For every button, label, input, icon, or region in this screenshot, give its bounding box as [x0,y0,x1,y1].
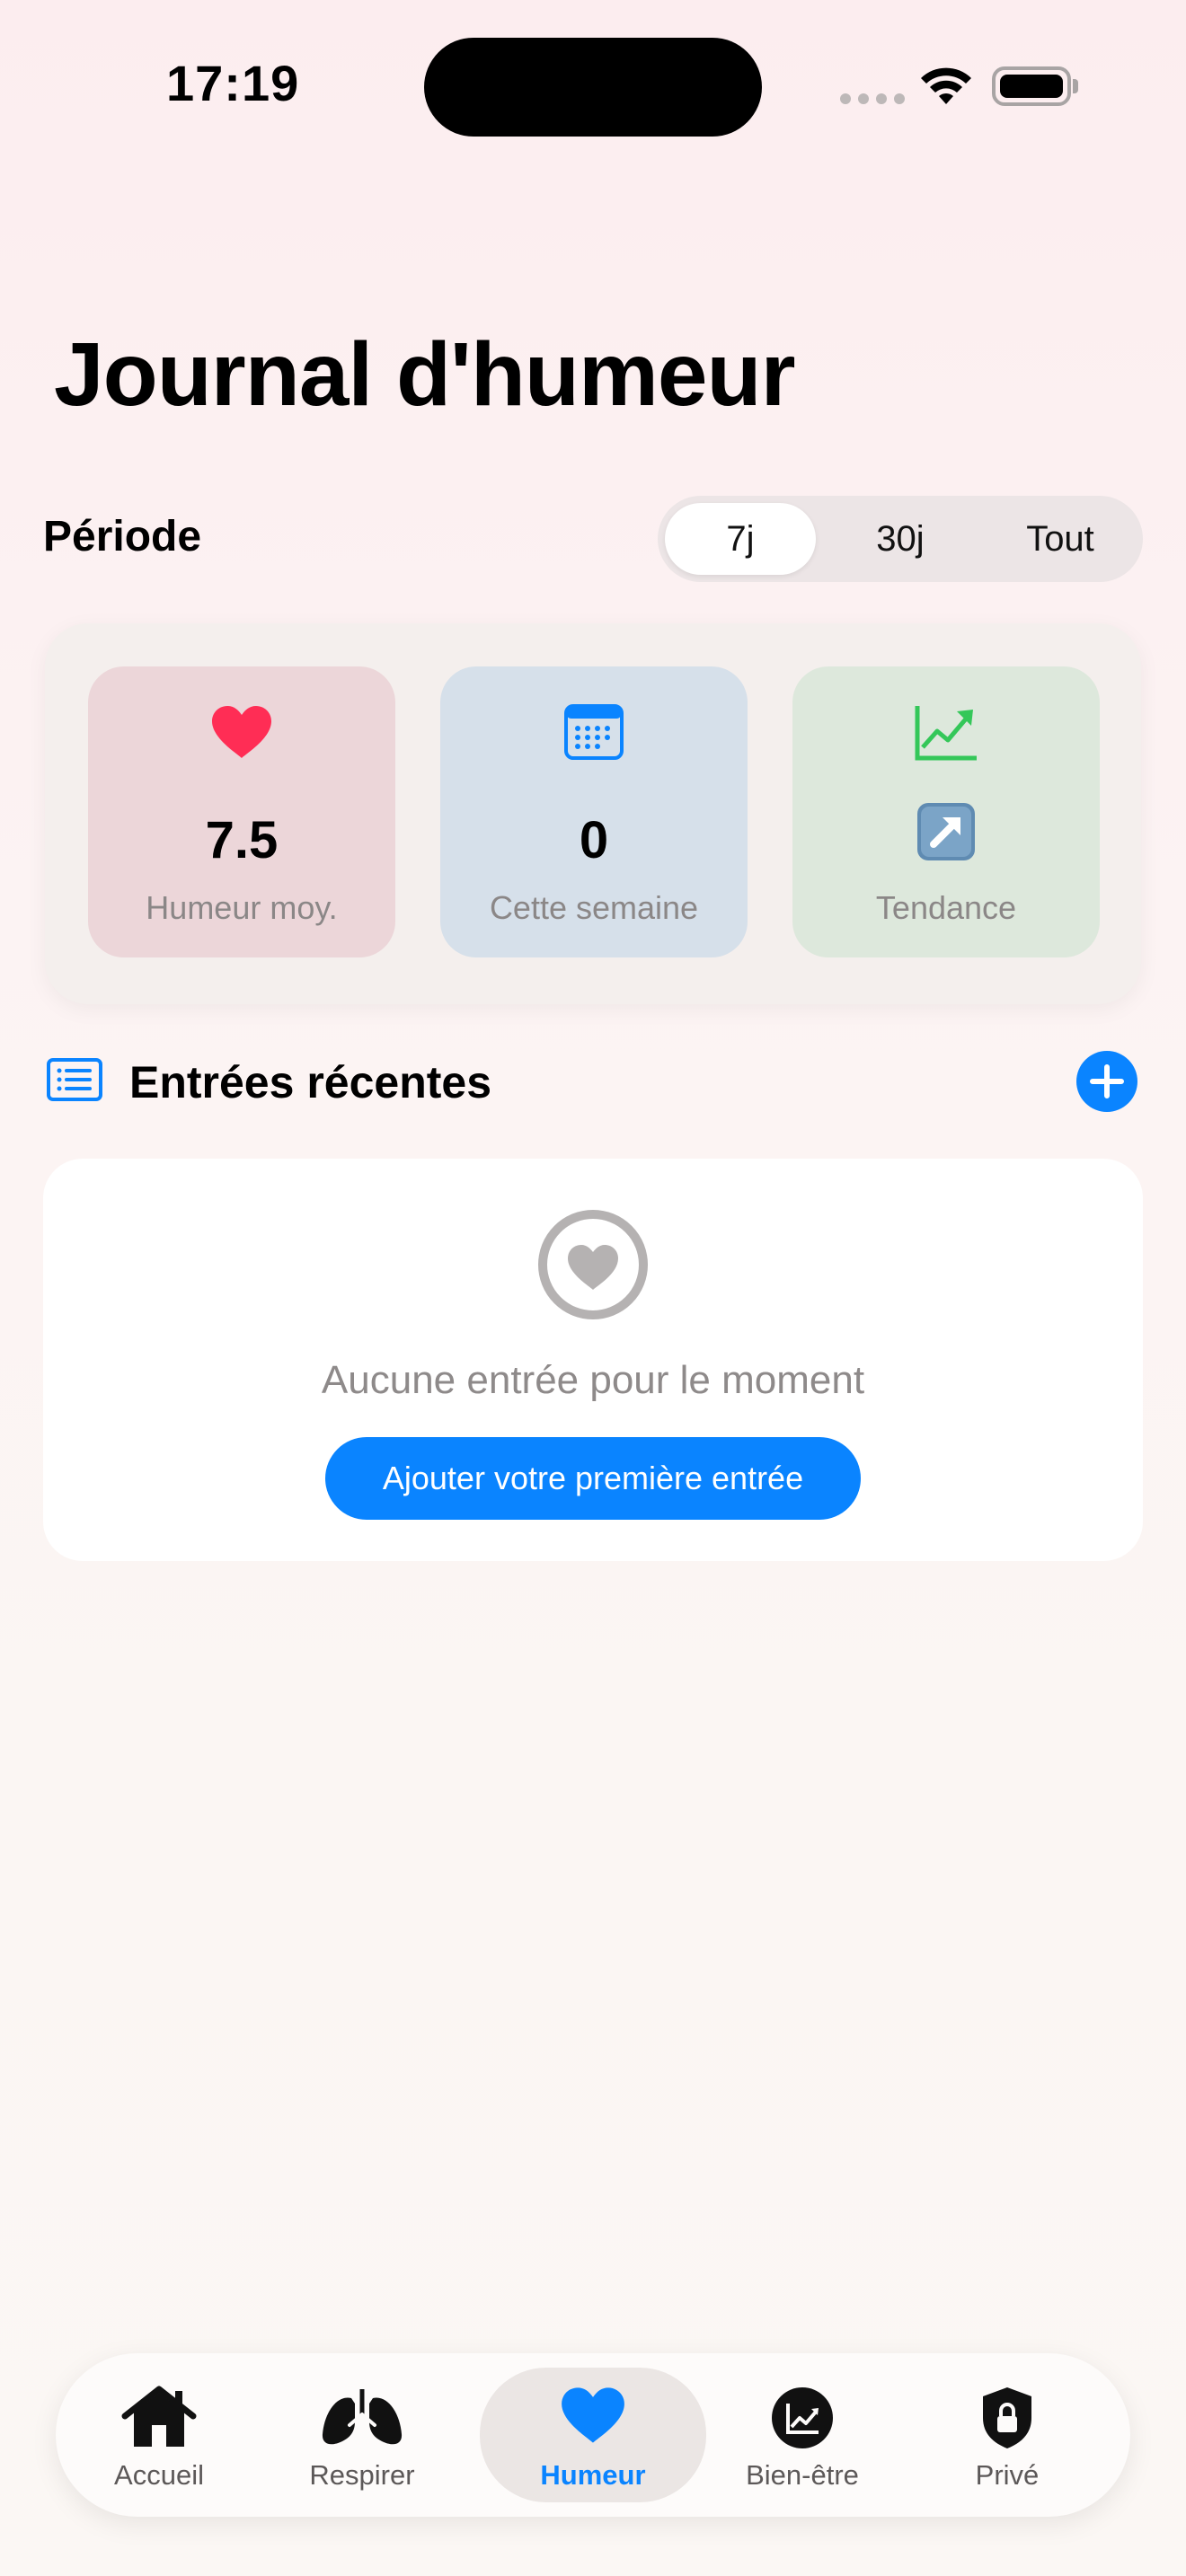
tab-label: Humeur [540,2459,646,2491]
add-entry-button[interactable] [1076,1051,1137,1112]
stat-value: 0 [579,811,609,869]
stat-trend: Tendance [792,666,1100,957]
period-label: Période [43,513,202,560]
tab-label: Accueil [114,2459,204,2491]
tab-label: Respirer [309,2459,415,2491]
house-icon [121,2386,197,2447]
stat-label: Cette semaine [489,889,699,926]
list-icon [47,1058,102,1101]
tab-bien-etre[interactable]: Bien-être [699,2353,906,2517]
period-option-tout[interactable]: Tout [985,503,1136,575]
empty-state-text: Aucune entrée pour le moment [321,1358,865,1402]
section-title-recent: Entrées récentes [129,1057,492,1107]
page-title: Journal d'humeur [54,324,796,425]
tab-respirer[interactable]: Respirer [259,2353,465,2517]
add-first-entry-button[interactable]: Ajouter votre première entrée [325,1437,861,1520]
tab-humeur[interactable]: Humeur [480,2368,706,2502]
battery-icon [992,66,1071,106]
lock-shield-icon [983,2387,1031,2448]
stats-card: 7.5 Humeur moy. 0 Cette semaine Tendance [45,623,1141,1004]
tab-label: Privé [975,2459,1040,2491]
arrow-up-right-emoji-icon [917,803,975,860]
dynamic-island [424,38,762,137]
battery-cap [1073,79,1078,93]
tab-accueil[interactable]: Accueil [56,2353,262,2517]
chart-up-icon [915,706,977,761]
period-option-7j[interactable]: 7j [665,503,816,575]
period-option-30j[interactable]: 30j [825,503,976,575]
calendar-icon [564,704,624,760]
wifi-icon [921,67,971,104]
chart-circle-icon [772,2387,833,2448]
stat-this-week: 0 Cette semaine [440,666,748,957]
heart-icon [212,706,271,758]
stat-average-mood: 7.5 Humeur moy. [88,666,395,957]
period-segmented-control: 7j 30j Tout [658,496,1143,582]
tab-bar: Accueil Respirer Humeur Bien-être Privé [56,2353,1130,2517]
lungs-icon [322,2389,403,2445]
tab-label: Bien-être [746,2459,859,2491]
cellular-signal-icon [840,93,905,104]
stat-label: Tendance [875,889,1017,926]
stat-label: Humeur moy. [146,889,338,926]
heart-icon [562,2387,624,2443]
status-time: 17:19 [166,55,300,111]
heart-circle-icon [538,1210,648,1319]
plus-icon [1090,1064,1124,1098]
stat-value: 7.5 [205,811,279,869]
empty-state-card: Aucune entrée pour le moment Ajouter vot… [43,1159,1143,1561]
tab-prive[interactable]: Privé [904,2353,1111,2517]
